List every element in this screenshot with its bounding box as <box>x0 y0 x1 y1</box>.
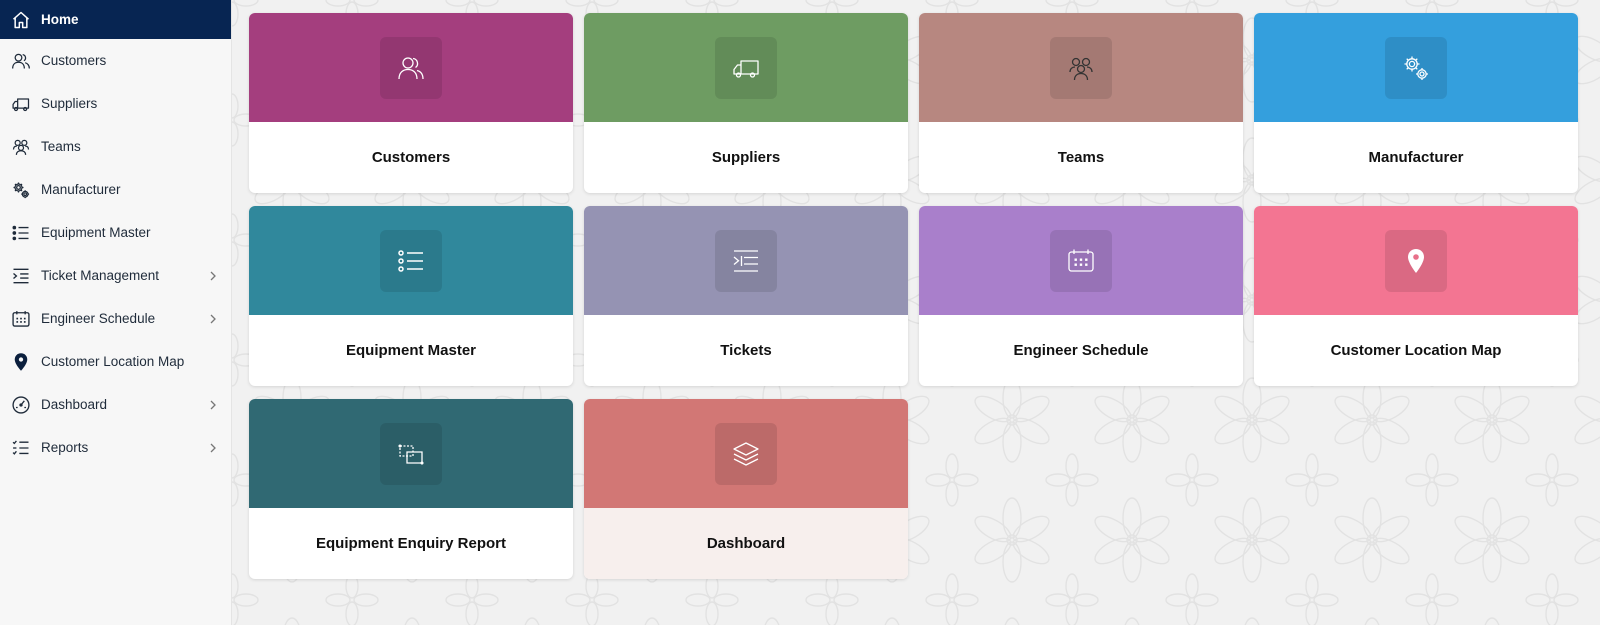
chevron-right-icon[interactable] <box>207 442 219 454</box>
calendar-icon <box>1050 229 1112 292</box>
layers-icon <box>715 422 777 485</box>
truck-icon <box>10 93 32 115</box>
list-icon <box>10 222 32 244</box>
chevron-right-icon[interactable] <box>207 270 219 282</box>
sidebar-item-reports[interactable]: Reports <box>0 426 231 469</box>
sidebar-item-label: Customers <box>41 53 107 68</box>
sidebar-item-customers[interactable]: Customers <box>0 39 231 82</box>
indent-list-icon <box>10 265 32 287</box>
sidebar-item-ticket-management[interactable]: Ticket Management <box>0 254 231 297</box>
tile-equipment-enquiry-report[interactable]: Equipment Enquiry Report <box>249 399 573 579</box>
main-content: Customers Suppliers Teams Manufacturer E… <box>232 0 1600 625</box>
chevron-right-icon[interactable] <box>207 313 219 325</box>
tile-header <box>584 399 908 508</box>
tile-header <box>1254 206 1578 315</box>
team-icon <box>10 136 32 158</box>
tile-header <box>919 13 1243 122</box>
sidebar-item-label: Ticket Management <box>41 268 160 283</box>
tile-manufacturer[interactable]: Manufacturer <box>1254 13 1578 193</box>
tile-label: Tickets <box>720 342 772 359</box>
sidebar-item-equipment-master[interactable]: Equipment Master <box>0 211 231 254</box>
sidebar-item-customer-location-map[interactable]: Customer Location Map <box>0 340 231 383</box>
tile-label: Suppliers <box>711 149 781 166</box>
chevron-right-icon[interactable] <box>207 399 219 411</box>
sidebar-item-dashboard[interactable]: Dashboard <box>0 383 231 426</box>
tile-equipment-master[interactable]: Equipment Master <box>249 206 573 386</box>
tile-header <box>249 206 573 315</box>
checklist-icon <box>10 437 32 459</box>
tile-label: Teams <box>1057 149 1105 166</box>
sidebar: Home Customers Suppliers Teams Manufactu… <box>0 0 232 625</box>
sidebar-item-label: Home <box>41 12 79 27</box>
tile-label: Dashboard <box>584 508 908 579</box>
indent-list-icon <box>715 229 777 292</box>
map-pin-icon <box>1385 229 1447 292</box>
gear-icon <box>10 179 32 201</box>
report-icon <box>380 422 442 485</box>
tile-label: Customers <box>371 149 451 166</box>
tile-engineer-schedule[interactable]: Engineer Schedule <box>919 206 1243 386</box>
gear-icon <box>1385 36 1447 99</box>
home-icon <box>10 9 32 31</box>
sidebar-item-home[interactable]: Home <box>0 0 231 39</box>
sidebar-item-label: Teams <box>41 139 81 154</box>
tile-header <box>1254 13 1578 122</box>
sidebar-item-teams[interactable]: Teams <box>0 125 231 168</box>
sidebar-item-label: Suppliers <box>41 96 98 111</box>
team-icon <box>1050 36 1112 99</box>
sidebar-item-label: Dashboard <box>41 397 108 412</box>
sidebar-item-engineer-schedule[interactable]: Engineer Schedule <box>0 297 231 340</box>
sidebar-item-manufacturer[interactable]: Manufacturer <box>0 168 231 211</box>
sidebar-item-suppliers[interactable]: Suppliers <box>0 82 231 125</box>
tile-dashboard[interactable]: Dashboard <box>584 399 908 579</box>
tile-customer-location-map[interactable]: Customer Location Map <box>1254 206 1578 386</box>
tile-label: Equipment Master <box>345 342 477 359</box>
map-pin-icon <box>10 351 32 373</box>
sidebar-item-label: Manufacturer <box>41 182 121 197</box>
truck-icon <box>715 36 777 99</box>
tile-header <box>249 399 573 508</box>
tile-label: Engineer Schedule <box>1013 342 1149 359</box>
tile-label: Manufacturer <box>1368 149 1464 166</box>
users-icon <box>380 36 442 99</box>
tile-label: Equipment Enquiry Report <box>315 535 506 552</box>
sidebar-item-label: Reports <box>41 440 89 455</box>
tile-customers[interactable]: Customers <box>249 13 573 193</box>
tile-header <box>249 13 573 122</box>
sidebar-item-label: Engineer Schedule <box>41 311 156 326</box>
tile-suppliers[interactable]: Suppliers <box>584 13 908 193</box>
tile-label: Customer Location Map <box>1330 342 1502 359</box>
gauge-icon <box>10 394 32 416</box>
tile-teams[interactable]: Teams <box>919 13 1243 193</box>
tile-header <box>919 206 1243 315</box>
sidebar-item-label: Equipment Master <box>41 225 151 240</box>
calendar-icon <box>10 308 32 330</box>
sidebar-item-label: Customer Location Map <box>41 354 185 369</box>
tile-header <box>584 13 908 122</box>
list-icon <box>380 229 442 292</box>
tile-tickets[interactable]: Tickets <box>584 206 908 386</box>
tile-header <box>584 206 908 315</box>
users-icon <box>10 50 32 72</box>
